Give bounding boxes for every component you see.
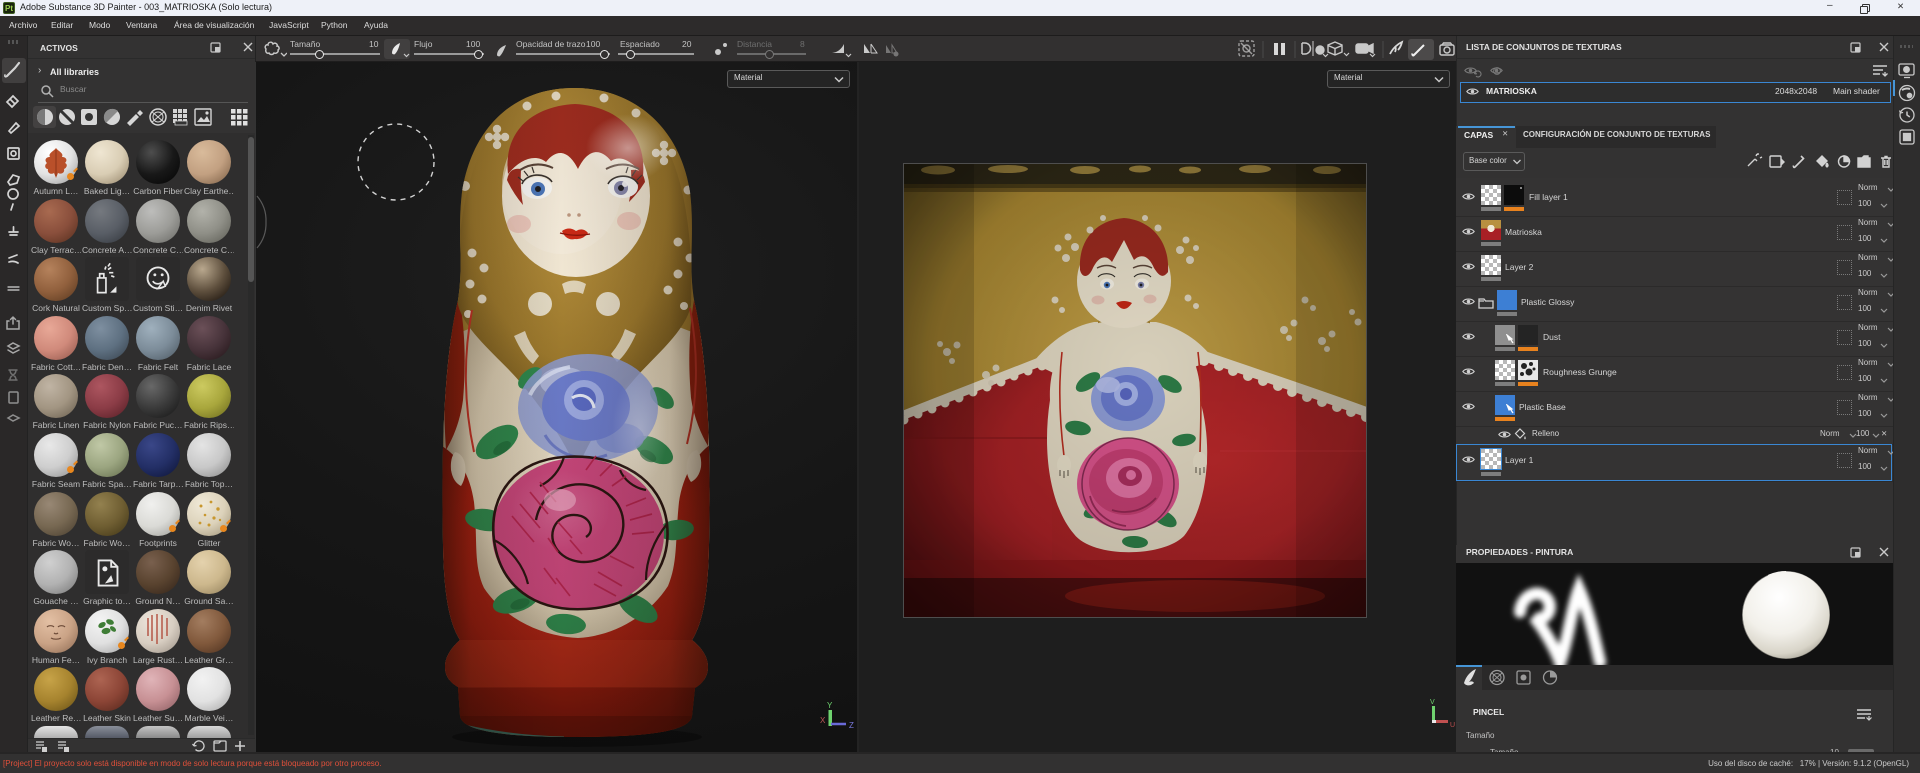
svg-text:V: V [1430,699,1435,706]
svg-text:Y: Y [827,701,833,710]
svg-text:Z: Z [849,721,854,730]
svg-text:X: X [820,716,826,725]
svg-text:U: U [1450,722,1455,729]
